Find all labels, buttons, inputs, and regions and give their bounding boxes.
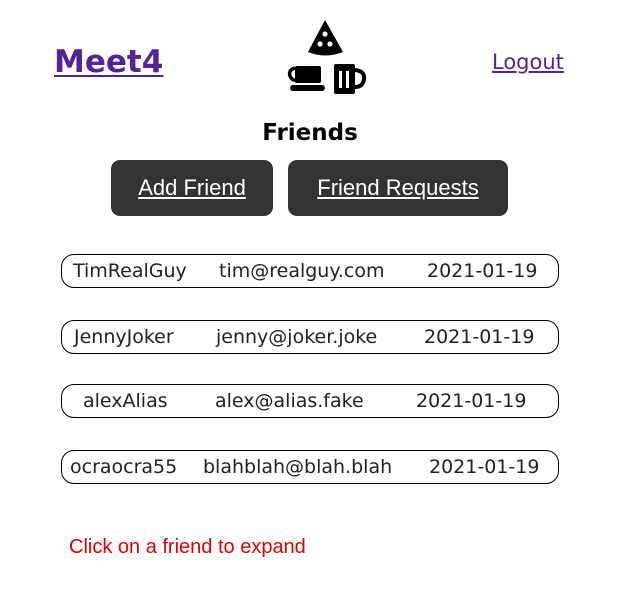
friend-date: 2021-01-19 — [416, 390, 527, 412]
friend-username: JennyJoker — [74, 326, 174, 348]
add-friend-button[interactable]: Add Friend — [111, 160, 273, 216]
friend-username: TimRealGuy — [73, 260, 187, 282]
page-title: Friends — [262, 120, 358, 146]
pizza-coffee-beer-logo-icon — [287, 20, 367, 94]
friend-date: 2021-01-19 — [427, 260, 538, 282]
friend-row[interactable]: TimRealGuy tim@realguy.com 2021-01-19 — [61, 254, 559, 288]
friend-email: alex@alias.fake — [215, 390, 364, 412]
friend-email: jenny@joker.joke — [216, 326, 378, 348]
friend-date: 2021-01-19 — [429, 456, 540, 478]
expand-hint: Click on a friend to expand — [69, 536, 306, 558]
friend-email: tim@realguy.com — [219, 260, 385, 282]
logout-link[interactable]: Logout — [492, 50, 564, 74]
friend-date: 2021-01-19 — [424, 326, 535, 348]
friend-username: alexAlias — [83, 390, 168, 412]
friend-row[interactable]: JennyJoker jenny@joker.joke 2021-01-19 — [61, 320, 559, 354]
brand-link[interactable]: Meet4 — [54, 44, 163, 80]
friend-row[interactable]: ocraocra55 blahblah@blah.blah 2021-01-19 — [61, 450, 559, 484]
friend-email: blahblah@blah.blah — [203, 456, 393, 478]
friend-requests-button[interactable]: Friend Requests — [288, 160, 508, 216]
friend-username: ocraocra55 — [70, 456, 178, 478]
friend-row[interactable]: alexAlias alex@alias.fake 2021-01-19 — [61, 384, 559, 418]
